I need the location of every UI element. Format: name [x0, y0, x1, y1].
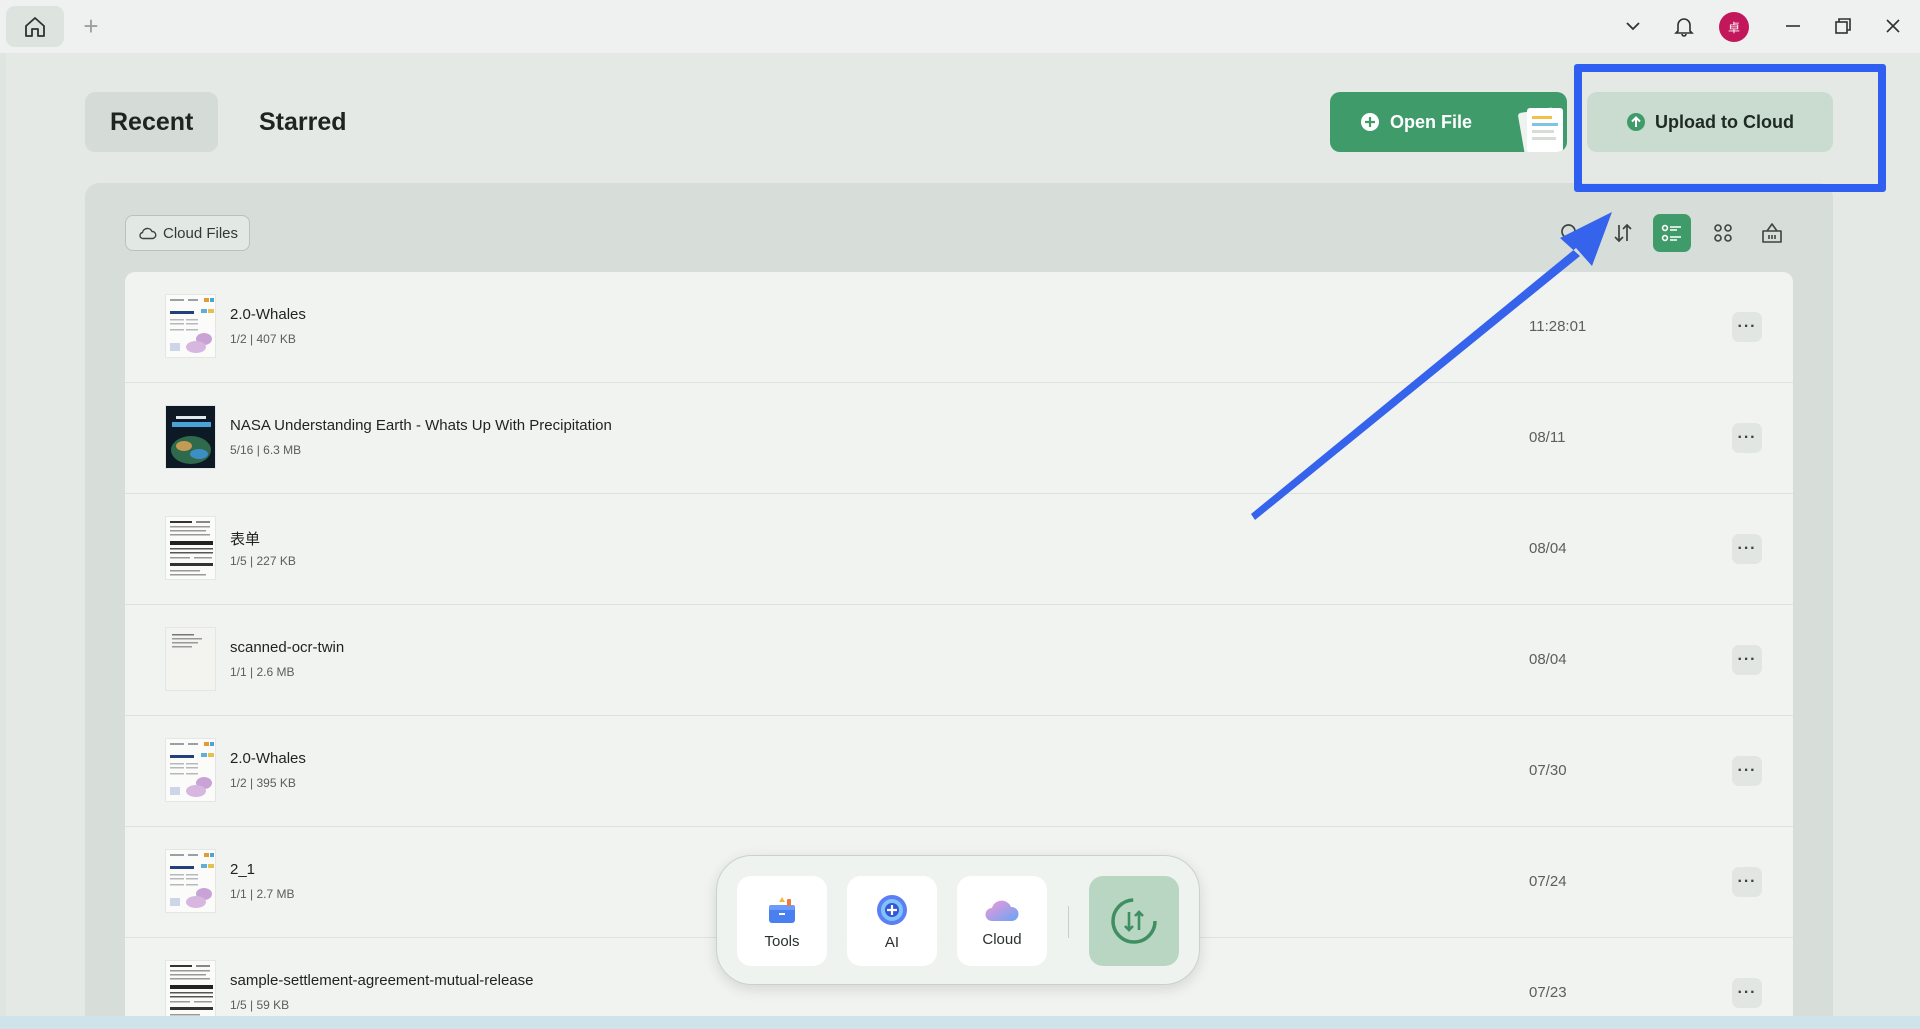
file-thumbnail	[165, 849, 216, 913]
dock-tools-button[interactable]: Tools	[737, 876, 827, 966]
grid-view-icon[interactable]	[1704, 214, 1742, 252]
document-illustration	[1518, 107, 1563, 152]
tools-icon	[769, 896, 795, 923]
file-name: NASA Understanding Earth - Whats Up With…	[230, 417, 612, 434]
file-row[interactable]: 2.0-Whales 1/2 | 407 KB 11:28:01 ···	[125, 272, 1793, 383]
file-meta: 5/16 | 6.3 MB	[230, 443, 302, 457]
file-thumbnail	[165, 960, 216, 1016]
home-icon	[25, 16, 45, 37]
file-thumbnail	[165, 627, 216, 691]
more-icon[interactable]: ···	[1732, 645, 1762, 675]
ai-icon	[877, 894, 907, 925]
dock-tools-label: Tools	[764, 932, 800, 950]
dock-divider	[1068, 906, 1069, 938]
dock-ai-label: AI	[884, 933, 900, 951]
file-name: 2.0-Whales	[230, 306, 306, 323]
sync-icon	[1111, 898, 1157, 944]
close-icon[interactable]	[1877, 10, 1909, 42]
file-name: scanned-ocr-twin	[230, 639, 345, 656]
plus-circle-icon	[1361, 113, 1379, 131]
bell-icon[interactable]	[1668, 10, 1700, 42]
cloud-files-label: Cloud Files	[163, 224, 239, 242]
more-icon[interactable]: ···	[1732, 978, 1762, 1008]
more-icon[interactable]: ···	[1732, 423, 1762, 453]
open-file-button[interactable]: Open File	[1330, 92, 1567, 152]
search-icon[interactable]	[1551, 214, 1589, 252]
sync-button[interactable]	[1089, 876, 1179, 966]
file-thumbnail	[165, 294, 216, 358]
file-name: 2.0-Whales	[230, 750, 306, 767]
file-date: 08/04	[1529, 651, 1567, 668]
plus-icon[interactable]: +	[78, 11, 104, 41]
title-bar: + 卓	[0, 0, 1920, 53]
file-name: sample-settlement-agreement-mutual-relea…	[230, 972, 534, 989]
restore-icon[interactable]	[1827, 10, 1859, 42]
open-file-label: Open File	[1390, 111, 1473, 132]
file-thumbnail	[165, 516, 216, 580]
highlight-box	[1574, 64, 1886, 192]
more-icon[interactable]: ···	[1732, 756, 1762, 786]
cloud-files-filter[interactable]: Cloud Files	[125, 215, 250, 251]
home-tab[interactable]	[6, 6, 64, 47]
file-thumbnail	[165, 738, 216, 802]
file-date: 08/04	[1529, 540, 1567, 557]
more-icon[interactable]: ···	[1732, 312, 1762, 342]
file-meta: 1/2 | 395 KB	[230, 776, 296, 790]
minimize-icon[interactable]	[1777, 10, 1809, 42]
file-meta: 1/2 | 407 KB	[230, 332, 296, 346]
more-icon[interactable]: ···	[1732, 867, 1762, 897]
file-name: 表单	[230, 531, 261, 548]
quick-dock: Tools AI Cloud	[716, 855, 1200, 985]
file-date: 11:28:01	[1529, 318, 1587, 335]
sort-icon[interactable]	[1604, 214, 1642, 252]
file-meta: 1/5 | 59 KB	[230, 998, 290, 1012]
file-row[interactable]: 表单 1/5 | 227 KB 08/04 ···	[125, 494, 1793, 605]
dock-cloud-label: Cloud	[982, 930, 1022, 948]
avatar[interactable]: 卓	[1719, 12, 1749, 42]
file-meta: 1/1 | 2.7 MB	[230, 887, 295, 901]
file-meta: 1/5 | 227 KB	[230, 554, 296, 568]
chevron-down-icon[interactable]	[1617, 10, 1649, 42]
file-name: 2_1	[230, 861, 256, 878]
tab-starred[interactable]: Starred	[234, 92, 372, 152]
file-row[interactable]: 2.0-Whales 1/2 | 395 KB 07/30 ···	[125, 716, 1793, 827]
list-view-icon[interactable]	[1653, 214, 1691, 252]
file-date: 08/11	[1529, 429, 1566, 446]
file-date: 07/23	[1529, 984, 1567, 1001]
tab-recent[interactable]: Recent	[85, 92, 219, 152]
cloud-icon	[985, 900, 1019, 921]
dock-ai-button[interactable]: AI	[847, 876, 937, 966]
basket-icon[interactable]	[1753, 214, 1791, 252]
file-date: 07/24	[1529, 873, 1567, 890]
dock-cloud-button[interactable]: Cloud	[957, 876, 1047, 966]
cloud-icon	[139, 227, 157, 240]
file-meta: 1/1 | 2.6 MB	[230, 665, 295, 679]
file-row[interactable]: NASA Understanding Earth - Whats Up With…	[125, 383, 1793, 494]
more-icon[interactable]: ···	[1732, 534, 1762, 564]
file-date: 07/30	[1529, 762, 1567, 779]
bottom-strip	[0, 1016, 1920, 1029]
file-row[interactable]: scanned-ocr-twin 1/1 | 2.6 MB 08/04 ···	[125, 605, 1793, 716]
file-thumbnail	[165, 405, 216, 469]
